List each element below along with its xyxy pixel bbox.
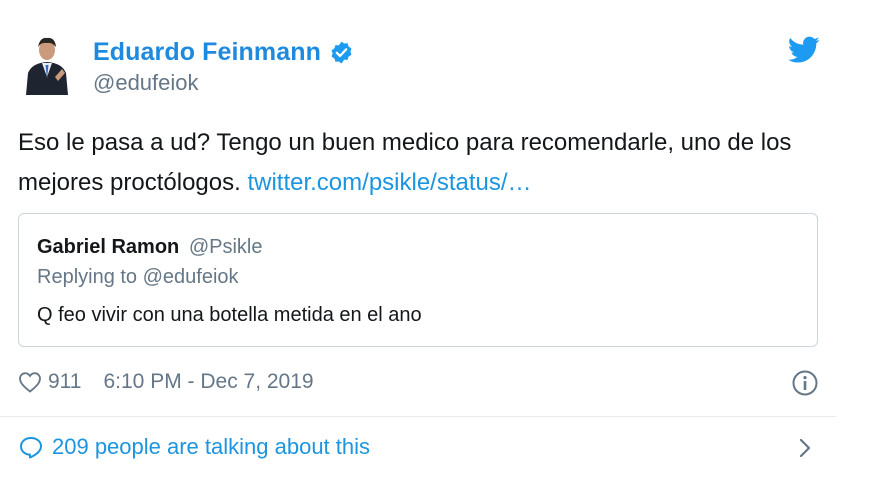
comment-bubble-icon — [18, 435, 44, 459]
quoted-tweet[interactable]: Gabriel Ramon @Psikle Replying to @edufe… — [18, 213, 818, 347]
twitter-bird-icon[interactable] — [788, 36, 820, 64]
quoted-author-handle: @Psikle — [188, 236, 263, 258]
author-handle[interactable]: @edufeiok — [93, 70, 199, 96]
quoted-replying-to: Replying to @edufeiok — [37, 266, 239, 288]
info-icon[interactable] — [791, 369, 819, 397]
chevron-right-icon[interactable] — [796, 436, 814, 460]
quoted-author-name: Gabriel Ramon — [37, 236, 180, 258]
divider — [0, 416, 836, 417]
like-count[interactable]: 911 — [48, 370, 81, 394]
quoted-author-row: Gabriel Ramon @Psikle — [37, 236, 262, 259]
avatar[interactable] — [22, 33, 72, 95]
tweet-link[interactable]: twitter.com/psikle/status/… — [247, 169, 531, 196]
talking-text[interactable]: 209 people are talking about this — [52, 434, 370, 460]
author-name[interactable]: Eduardo Feinmann — [93, 38, 321, 67]
tweet-card: Eduardo Feinmann @edufeiok Eso le pasa a… — [0, 0, 836, 495]
conversation-link[interactable]: 209 people are talking about this — [18, 434, 370, 460]
tweet-meta: 911 6:10 PM - Dec 7, 2019 — [18, 370, 314, 394]
quoted-text: Q feo vivir con una botella metida en el… — [37, 304, 422, 326]
author-name-row[interactable]: Eduardo Feinmann — [93, 38, 354, 67]
timestamp[interactable]: 6:10 PM - Dec 7, 2019 — [103, 370, 313, 394]
tweet-text: Eso le pasa a ud? Tengo un buen medico p… — [18, 123, 818, 203]
verified-badge-icon — [329, 40, 354, 65]
heart-icon[interactable] — [18, 371, 42, 393]
